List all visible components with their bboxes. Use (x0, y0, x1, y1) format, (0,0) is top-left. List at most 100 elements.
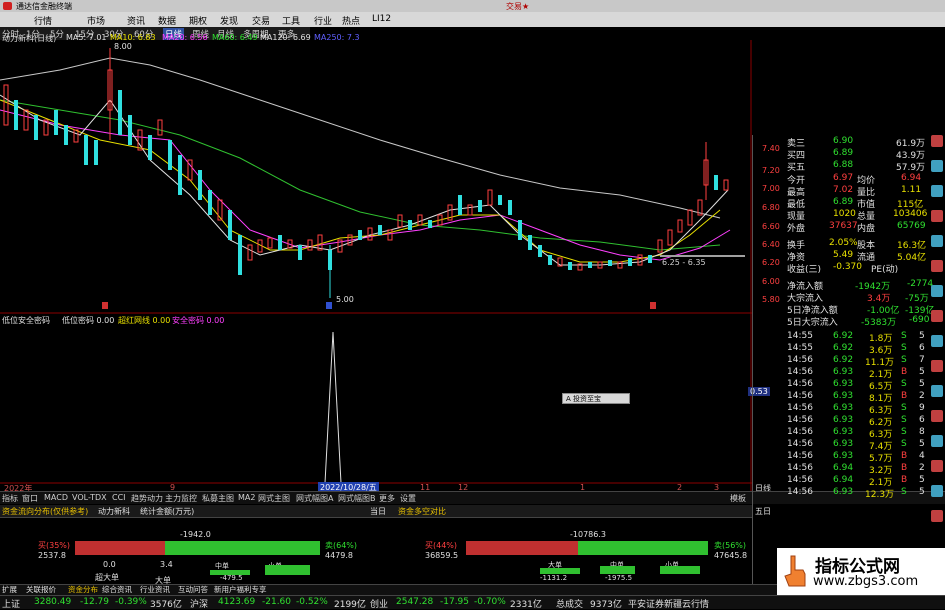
menu-news[interactable]: 资讯 (127, 14, 145, 27)
tab-vol-tdx[interactable]: VOL-TDX (72, 493, 107, 502)
side-icon-14[interactable] (931, 460, 943, 472)
tab-news[interactable]: 综合资讯 (102, 584, 132, 595)
fund-right-sell-val: 47645.8 (714, 551, 748, 560)
total-label: 总成交 (556, 600, 584, 610)
template-button[interactable]: 模板 (730, 493, 746, 504)
side-icon-7[interactable] (931, 285, 943, 297)
tick-row: 14:56 6.93 6.3万 S 8 (787, 427, 930, 440)
side-icon-8[interactable] (931, 310, 943, 322)
tab-industry-news[interactable]: 行业资讯 (140, 584, 170, 595)
menu-li12[interactable]: LI12 (372, 14, 391, 24)
side-icon-9[interactable] (931, 335, 943, 347)
server-label[interactable]: 平安证券新疆云行情 (628, 597, 709, 610)
menu-tools[interactable]: 工具 (282, 14, 300, 27)
fund-right-sell-bar (578, 541, 708, 555)
tab-ma2[interactable]: MA2 (238, 493, 255, 502)
q-value: 2.05% (829, 238, 858, 248)
tab-trend[interactable]: 趋势动力 (131, 493, 163, 504)
side-icon-3[interactable] (931, 185, 943, 197)
menu-trade[interactable]: 交易 (252, 14, 270, 27)
tick-dir: S (901, 487, 907, 497)
quote-row-3: 现量 1020 总量 103406 (787, 209, 930, 222)
tick-time: 14:56 (787, 439, 813, 449)
tick-time: 14:56 (787, 391, 813, 401)
book-vol: 57.9万 (896, 163, 926, 173)
side-icon-13[interactable] (931, 435, 943, 447)
side-icon-1[interactable] (931, 135, 943, 147)
tick-count: 8 (919, 427, 925, 437)
tick-row: 14:56 6.93 6.3万 S 9 (787, 403, 930, 416)
menu-market[interactable]: 行情 (34, 14, 52, 27)
tick-row: 14:56 6.94 2.1万 B 5 (787, 475, 930, 488)
side-icon-6[interactable] (931, 260, 943, 272)
side-icon-16[interactable] (931, 510, 943, 522)
tab-net-main[interactable]: 网式主图 (258, 493, 290, 504)
indicator-name: 低位安全密码 (2, 316, 50, 325)
menu-data[interactable]: 数据 (158, 14, 176, 27)
fund-tab-stat[interactable]: 统计金额(万元) (140, 506, 194, 517)
tab-net-a[interactable]: 网式幅图A (296, 493, 333, 504)
fund-left-n3: -479.5 (220, 574, 243, 582)
menu-discover[interactable]: 发现 (220, 14, 238, 27)
tab-welfare[interactable]: 新用户福利专享 (214, 584, 267, 595)
tab-related[interactable]: 关联报价 (26, 584, 56, 595)
fund-left-l1: 超大单 (95, 573, 119, 582)
indicator-v1: 低位密码 0.00 (62, 316, 115, 325)
tab-main-monitor[interactable]: 主力监控 (165, 493, 197, 504)
menu-hot[interactable]: 热点 (342, 14, 360, 27)
fund-right-sell-pct: 卖(56%) (714, 541, 747, 550)
signal-marker-2 (326, 302, 332, 309)
tick-row: 14:56 6.93 6.2万 S 6 (787, 415, 930, 428)
side-icon-2[interactable] (931, 160, 943, 172)
indicator-line (0, 331, 752, 484)
index-hs-change: -21.60 (262, 597, 292, 607)
fund-left-buy-pct: 买(35%) (38, 541, 71, 550)
flow-row-1: 大宗流入 3.4万 -75万 (787, 291, 930, 304)
q-value2: 103406 (893, 209, 928, 219)
fund-tab-stock[interactable]: 动力新科 (98, 506, 130, 517)
five-day-label: 五日 (755, 507, 771, 516)
side-icon-10[interactable] (931, 360, 943, 372)
tick-dir: S (901, 439, 907, 449)
menu-industry[interactable]: 行业 (314, 14, 332, 27)
hand-pointer-icon (784, 555, 806, 587)
side-icon-12[interactable] (931, 410, 943, 422)
tab-expand[interactable]: 扩展 (2, 584, 17, 595)
tick-row: 14:56 6.93 5.7万 B 4 (787, 451, 930, 464)
index-sh-value: 3280.49 (34, 597, 72, 607)
tab-indicator[interactable]: 指标 (2, 493, 18, 504)
side-icon-15[interactable] (931, 485, 943, 497)
tab-macd[interactable]: MACD (44, 493, 68, 502)
tick-dir: B (901, 391, 908, 401)
tab-net-b[interactable]: 网式幅图B (338, 493, 376, 504)
fund-right-buy-pct: 买(44%) (425, 541, 458, 550)
tab-settings[interactable]: 设置 (400, 493, 416, 504)
index-hs-amount: 2199亿 (334, 600, 366, 610)
day-label: 当日 (370, 507, 386, 516)
tick-dir: B (901, 475, 908, 485)
tab-cci[interactable]: CCI (112, 493, 126, 502)
fund-compare-title[interactable]: 资金多空对比 (398, 506, 446, 517)
fund-right-mid-bar (600, 566, 635, 574)
tab-fund-dist[interactable]: 资金分布 (68, 584, 98, 595)
trade-button[interactable]: 交易★ (506, 1, 529, 12)
tick-row: 14:56 6.93 7.4万 S 5 (787, 439, 930, 452)
side-icon-11[interactable] (931, 385, 943, 397)
tab-private[interactable]: 私募主图 (202, 493, 234, 504)
side-icon-4[interactable] (931, 210, 943, 222)
popup-tag[interactable]: A 投资至宝 (562, 393, 630, 404)
tick-row: 14:56 6.93 2.1万 B 5 (787, 367, 930, 380)
menu-market2[interactable]: 市场 (87, 14, 105, 27)
tab-window[interactable]: 窗口 (22, 493, 38, 504)
main-chart[interactable] (0, 40, 752, 495)
tick-dir: B (901, 463, 908, 473)
tick-count: 5 (919, 367, 925, 377)
fund-tab-dist[interactable]: 资金流向分布(仅供参考) (2, 506, 88, 517)
index-sh-label: 上证 (2, 600, 21, 610)
tick-count: 2 (919, 391, 925, 401)
tab-more[interactable]: 更多 (379, 493, 395, 504)
status-bar: 上证 3280.49 -12.79 -0.39% 3576亿 沪深 4123.6… (0, 595, 945, 610)
side-icon-5[interactable] (931, 235, 943, 247)
menu-options[interactable]: 期权 (189, 14, 207, 27)
tab-qa[interactable]: 互动问答 (178, 584, 208, 595)
